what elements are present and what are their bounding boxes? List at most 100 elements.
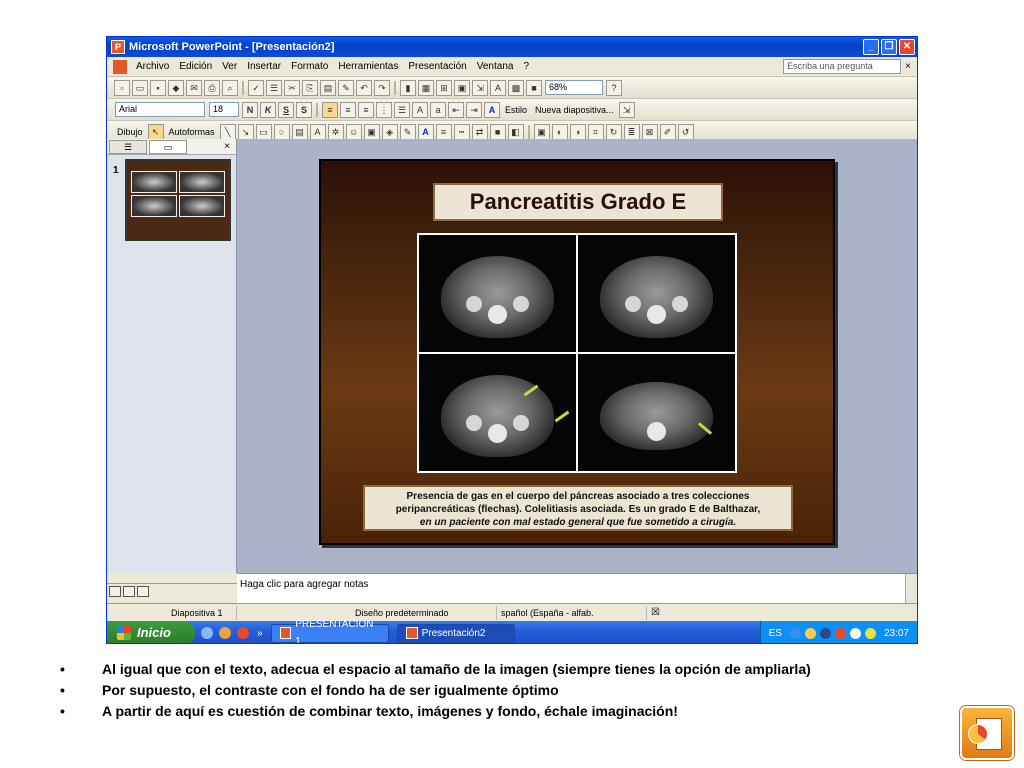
underline-button[interactable]: S [278,101,294,118]
dash-style-icon[interactable]: ┅ [453,123,470,140]
save-icon[interactable]: ▪ [150,79,166,96]
format-picture-icon[interactable]: ✐ [659,123,676,140]
increase-font-icon[interactable]: A [412,101,428,118]
arrow-style-icon[interactable]: ⇄ [471,123,488,140]
table-icon[interactable]: ▦ [418,79,434,96]
grid-icon[interactable]: ▩ [508,79,524,96]
new-slide-button[interactable]: Nueva diapositiva... [535,105,614,115]
align-center-icon[interactable]: ≡ [340,101,356,118]
chart-icon[interactable]: ▮ [400,79,416,96]
notes-pane[interactable]: Haga clic para agregar notas [237,573,917,604]
draw-menu[interactable]: Dibujo [117,127,143,137]
italic-button[interactable]: K [260,101,276,118]
tray-icon[interactable] [789,627,801,639]
decrease-font-icon[interactable]: a [430,101,446,118]
shadow-style-icon[interactable]: ■ [489,123,506,140]
slide-thumbnail[interactable] [125,159,231,241]
preview-icon[interactable]: ⌕ [222,79,238,96]
clipart-icon[interactable]: ☺ [345,123,362,140]
3d-style-icon[interactable]: ◧ [507,123,524,140]
expand-icon[interactable]: ⇲ [472,79,488,96]
slide-caption[interactable]: Presencia de gas en el cuerpo del páncre… [363,485,793,531]
numbering-icon[interactable]: ⋮ [376,101,392,118]
tab-slides[interactable]: ▭ [149,139,187,154]
menu-insertar[interactable]: Insertar [242,61,286,72]
notes-scrollbar[interactable] [905,574,917,604]
sorter-view-icon[interactable] [123,586,135,597]
decrease-indent-icon[interactable]: ⇤ [448,101,464,118]
reset-picture-icon[interactable]: ↺ [677,123,694,140]
tray-icon[interactable] [849,627,861,639]
tray-icon[interactable] [834,627,846,639]
quicklaunch-icon[interactable] [201,627,213,639]
spelling-icon[interactable]: ✓ [248,79,264,96]
taskbar-item-presentacion-1[interactable]: PRESENTACIÓN 1 [270,619,389,643]
close-button[interactable]: ✕ [899,39,915,55]
oval-icon[interactable]: ○ [273,123,290,140]
document-icon[interactable] [113,59,127,74]
line-style-icon[interactable]: ≡ [435,123,452,140]
arrow-icon[interactable]: ↘ [237,123,254,140]
diagram-icon[interactable]: ✲ [327,123,344,140]
restore-button[interactable]: ❐ [881,39,897,55]
clock[interactable]: 23:07 [884,628,909,639]
picture-insert-icon[interactable]: ▣ [533,123,550,140]
line-icon[interactable]: ╲ [219,123,236,140]
format-painter-icon[interactable]: ✎ [338,79,354,96]
autoshapes-menu[interactable]: Autoformas [169,127,215,137]
menu-presentacion[interactable]: Presentación [403,61,471,72]
minimize-button[interactable]: _ [863,39,879,55]
font-size-select[interactable]: 18 [209,102,239,117]
contrast-more-icon[interactable]: ◑ [569,123,586,140]
redo-icon[interactable]: ↷ [374,79,390,96]
tray-icon[interactable] [864,627,876,639]
menu-archivo[interactable]: Archivo [131,61,174,72]
email-icon[interactable]: ✉ [186,79,202,96]
cut-icon[interactable]: ✂ [284,79,300,96]
research-icon[interactable]: ☰ [266,79,282,96]
tables-borders-icon[interactable]: ⊞ [436,79,452,96]
select-pointer-icon[interactable]: ↖ [147,123,164,140]
close-panel-button[interactable]: × [224,141,230,152]
quicklaunch-icon[interactable] [237,627,249,639]
font-select[interactable]: Arial [115,102,205,117]
insert-picture-icon[interactable]: ▣ [454,79,470,96]
picture-icon[interactable]: ▣ [363,123,380,140]
style-button[interactable]: Estilo [505,105,527,115]
menu-herramientas[interactable]: Herramientas [333,61,403,72]
color-mode-icon[interactable]: ◐ [551,123,568,140]
menu-help[interactable]: ? [518,61,534,72]
line-color-icon[interactable]: ✎ [399,123,416,140]
expand-icon[interactable]: ⇲ [618,101,635,118]
font-color-icon[interactable]: A [484,101,500,118]
shadow-button[interactable]: S [296,101,312,118]
quicklaunch-chevron[interactable]: » [257,628,263,639]
slide-title[interactable]: Pancreatitis Grado E [433,183,723,221]
menu-ventana[interactable]: Ventana [472,61,519,72]
menu-formato[interactable]: Formato [286,61,333,72]
fill-color-icon[interactable]: ◈ [381,123,398,140]
start-button[interactable]: Inicio [107,622,195,643]
rotate-icon[interactable]: ↻ [605,123,622,140]
zoom-select[interactable]: 68% [545,80,603,95]
align-left-icon[interactable]: ≡ [322,101,338,118]
language-indicator[interactable]: ES [769,628,782,639]
color-icon[interactable]: ■ [526,79,542,96]
ct-image-grid[interactable] [417,233,737,473]
textbox-icon[interactable]: ▤ [291,123,308,140]
align-right-icon[interactable]: ≡ [358,101,374,118]
compress-icon[interactable]: ⊠ [641,123,658,140]
copy-icon[interactable]: ⎘ [302,79,318,96]
crop-icon[interactable]: ⌗ [587,123,604,140]
font-color-icon[interactable]: A [417,123,434,140]
help-icon[interactable]: ? [606,79,622,96]
line-weight-icon[interactable]: ≣ [623,123,640,140]
bold-button[interactable]: N [242,101,258,118]
taskbar-item-presentacion2[interactable]: Presentación2 [396,623,515,643]
print-icon[interactable]: ⎙ [204,79,220,96]
slide-canvas[interactable]: Pancreatitis Grado E Presencia de gas en… [319,159,835,545]
spelling-status-icon[interactable]: ☒ [647,607,660,618]
menu-ver[interactable]: Ver [217,61,242,72]
wordart-icon[interactable]: A [309,123,326,140]
ask-question-input[interactable]: Escriba una pregunta [783,59,902,74]
